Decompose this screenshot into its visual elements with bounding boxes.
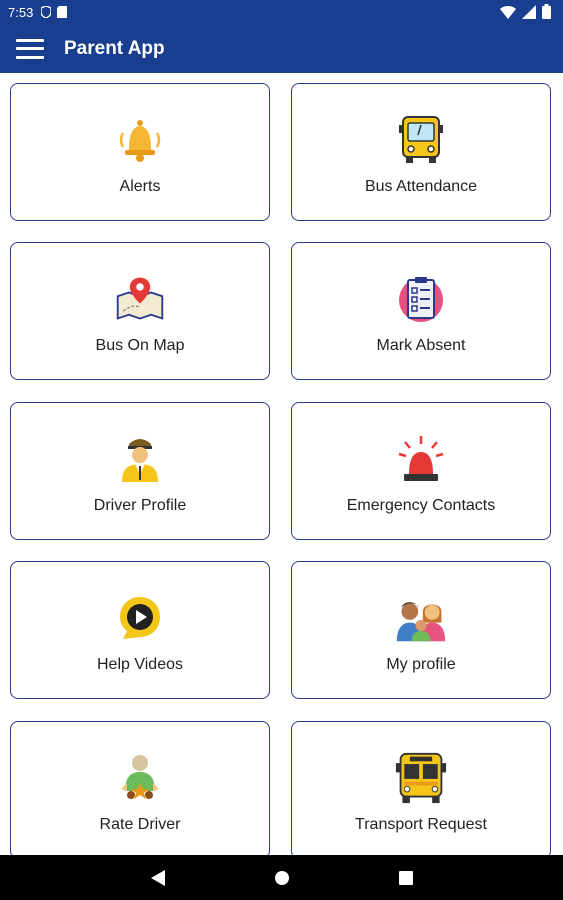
navigation-bar xyxy=(0,855,563,900)
school-bus-icon xyxy=(395,752,447,804)
tile-bus-on-map[interactable]: Bus On Map xyxy=(10,242,270,380)
menu-button[interactable] xyxy=(16,38,44,59)
tile-transport-request[interactable]: Transport Request xyxy=(291,721,551,855)
tile-label: Alerts xyxy=(119,178,161,195)
home-button[interactable] xyxy=(270,866,294,890)
tile-my-profile[interactable]: My profile xyxy=(291,561,551,699)
tile-label: Driver Profile xyxy=(93,497,187,514)
checklist-icon xyxy=(395,273,447,325)
bell-icon xyxy=(114,114,166,166)
tile-label: Mark Absent xyxy=(376,337,466,354)
signal-icon xyxy=(522,4,536,19)
app-title: Parent App xyxy=(64,37,165,59)
tile-label: Rate Driver xyxy=(99,816,181,833)
tile-emergency-contacts[interactable]: Emergency Contacts xyxy=(291,402,551,540)
tile-label: Emergency Contacts xyxy=(346,497,496,514)
recents-icon xyxy=(398,870,413,885)
tile-driver-profile[interactable]: Driver Profile xyxy=(10,402,270,540)
tile-mark-absent[interactable]: Mark Absent xyxy=(291,242,551,380)
sd-card-icon xyxy=(57,6,68,18)
battery-icon xyxy=(542,4,551,19)
tile-label: Bus On Map xyxy=(95,337,185,354)
wifi-icon xyxy=(500,5,516,19)
status-time: 7:53 xyxy=(8,4,34,20)
menu-icon-line xyxy=(16,55,44,59)
menu-icon-line xyxy=(16,38,44,42)
tile-label: Bus Attendance xyxy=(364,178,478,195)
app-bar: Parent App xyxy=(0,24,563,73)
recents-button[interactable] xyxy=(394,866,418,890)
siren-icon xyxy=(395,433,447,485)
play-circle-icon xyxy=(114,592,166,644)
home-icon xyxy=(274,870,289,885)
rate-driver-icon xyxy=(114,752,166,804)
tile-rate-driver[interactable]: Rate Driver xyxy=(10,721,270,855)
back-button[interactable] xyxy=(146,866,170,890)
menu-icon-line xyxy=(16,47,44,50)
map-pin-icon xyxy=(114,273,166,325)
back-icon xyxy=(150,869,165,886)
shield-icon xyxy=(41,6,52,18)
tile-label: Transport Request xyxy=(355,816,487,833)
tile-label: My profile xyxy=(386,656,456,673)
status-bar: 7:53 xyxy=(0,0,563,24)
driver-icon xyxy=(114,433,166,485)
menu-grid: Alerts Bus Attendance Bus On Map Mark Ab… xyxy=(0,73,563,855)
bus-front-icon xyxy=(395,114,447,166)
tile-alerts[interactable]: Alerts xyxy=(10,83,270,221)
tile-bus-attendance[interactable]: Bus Attendance xyxy=(291,83,551,221)
family-icon xyxy=(395,592,447,644)
tile-label: Help Videos xyxy=(97,656,183,673)
tile-help-videos[interactable]: Help Videos xyxy=(10,561,270,699)
